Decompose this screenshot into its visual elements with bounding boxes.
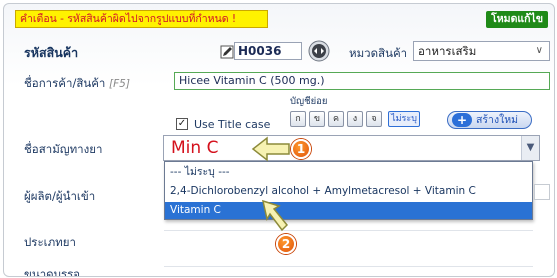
callout-step-1: 1 [291, 139, 311, 159]
product-form: คำเตือน - รหัสสินค้าผิดไปจากรูปแบบที่กำห… [3, 3, 555, 277]
category-select[interactable]: อาหารเสริม ∨ [413, 41, 550, 61]
sub-category-button-5[interactable]: จ [366, 111, 382, 127]
cursor-arrow-icon [261, 199, 289, 232]
package-size-label: ขนาดบรรจุ [24, 267, 81, 277]
category-selected: อาหารเสริม [418, 44, 477, 58]
generic-name-combobox[interactable]: Min C ▼ [163, 135, 540, 161]
use-title-case-label: Use Title case [194, 118, 271, 131]
trade-name-label-text: ชื่อการค้า/สินค้า [24, 76, 106, 90]
navigate-arrows-icon[interactable] [308, 40, 330, 62]
dropdown-option[interactable]: --- ไม่ระบุ --- [165, 164, 532, 181]
generic-name-value: Min C [171, 138, 219, 158]
drug-type-label: ประเภทยา [24, 235, 76, 249]
sub-category-button-3[interactable]: ค [328, 111, 344, 127]
manufacturer-side-box [534, 184, 550, 200]
dropdown-option-selected[interactable]: Vitamin C [165, 202, 532, 219]
create-new-button[interactable]: + สร้างใหม่ [447, 111, 532, 129]
dropdown-option[interactable]: 2,4-Dichlorobenzyl alcohol + Amylmetacre… [165, 183, 532, 200]
chevron-down-icon[interactable]: ▼ [521, 136, 539, 160]
warning-banner: คำเตือน - รหัสสินค้าผิดไปจากรูปแบบที่กำห… [15, 10, 268, 28]
category-label: หมวดสินค้า [349, 46, 408, 60]
pencil-icon[interactable] [220, 45, 234, 59]
sub-category-button-1[interactable]: ก [290, 111, 306, 127]
divider [164, 266, 533, 267]
mode-badge: โหมดแก้ไข [486, 11, 548, 28]
sub-category-button-none[interactable]: ไม่ระบุ [388, 111, 420, 127]
create-new-label: สร้างใหม่ [476, 114, 519, 126]
manufacturer-label: ผู้ผลิต/ผู้นำเข้า [24, 189, 96, 203]
divider [164, 230, 533, 231]
generic-name-label: ชื่อสามัญทางยา [24, 142, 103, 156]
trade-name-input[interactable]: Hicee Vitamin C (500 mg.) [174, 72, 550, 90]
trade-name-hint: [F5] [109, 78, 130, 90]
sub-category-button-2[interactable]: ข [309, 111, 325, 127]
generic-name-dropdown: --- ไม่ระบุ --- 2,4-Dichlorobenzyl alcoh… [164, 161, 533, 220]
sub-category-button-4[interactable]: ง [347, 111, 363, 127]
arrow-left-icon [251, 136, 290, 162]
sub-category-label: บัญชีย่อย [290, 96, 328, 107]
product-code-input[interactable]: H0036 [234, 42, 302, 60]
product-code-label: รหัสสินค้า [24, 45, 79, 60]
use-title-case-checkbox[interactable]: ✓ [176, 118, 188, 130]
plus-icon: + [452, 113, 472, 127]
trade-name-label: ชื่อการค้า/สินค้า [F5] [24, 75, 130, 93]
callout-step-2: 2 [276, 234, 296, 254]
chevron-down-icon: ∨ [535, 45, 543, 56]
